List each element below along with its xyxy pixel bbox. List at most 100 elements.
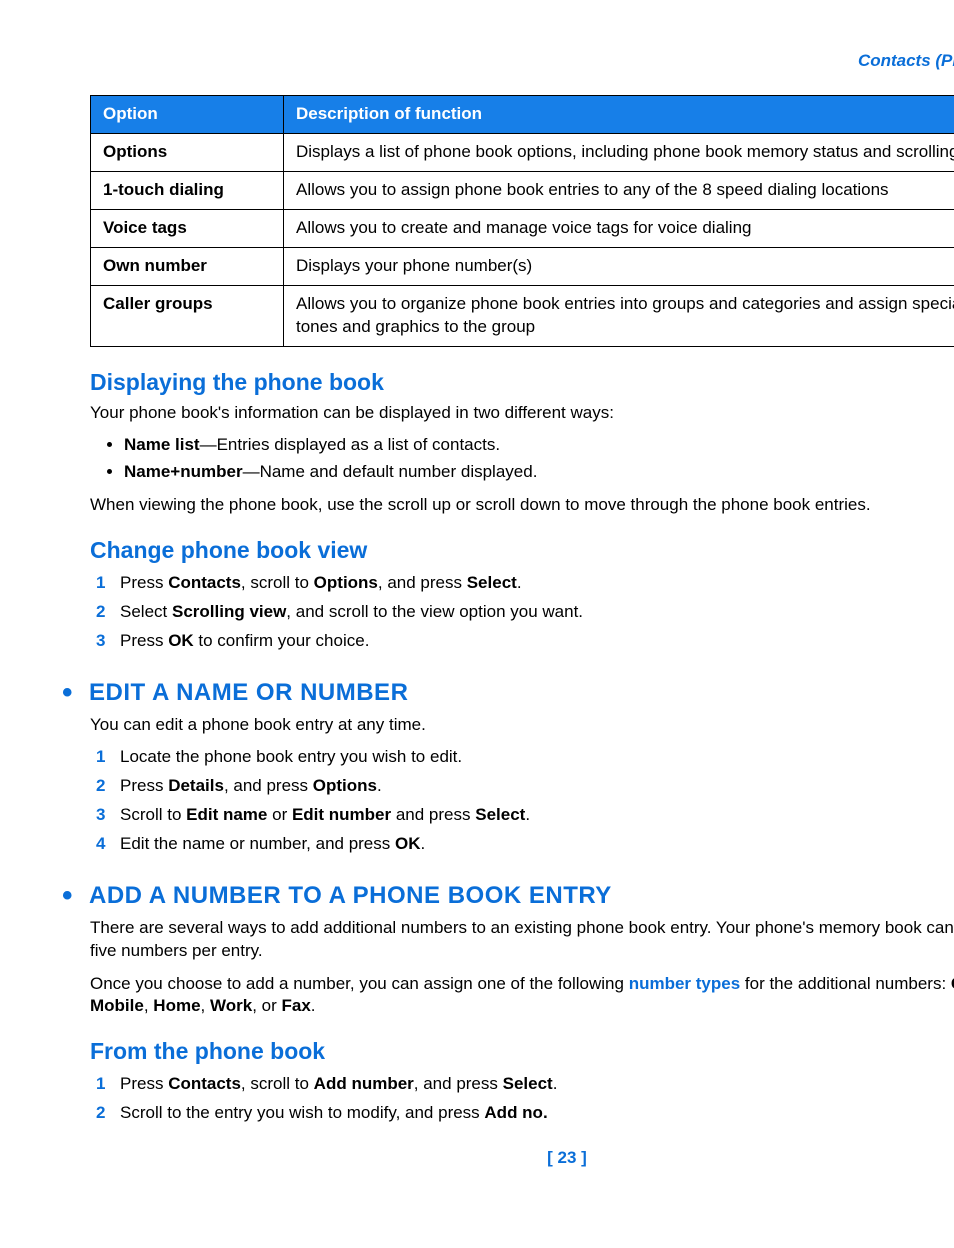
numbered-list: 1 Locate the phone book entry you wish t…: [90, 746, 954, 856]
paragraph: When viewing the phone book, use the scr…: [90, 494, 954, 517]
heading-change-view: Change phone book view: [90, 535, 954, 566]
bold-text: Select: [467, 573, 517, 592]
paragraph: Your phone book's information can be dis…: [90, 402, 954, 425]
text: Edit the name or number, and press: [120, 834, 395, 853]
text: —Entries displayed as a list of contacts…: [200, 435, 500, 454]
bold-text: Add no.: [484, 1103, 547, 1122]
text: , scroll to: [241, 1074, 314, 1093]
bold-text: Contacts: [168, 1074, 241, 1093]
bold-text: Home: [153, 996, 200, 1015]
heading-add-number: • Add a number to a phone book entry: [90, 880, 954, 912]
running-header: Contacts (Phone book): [90, 50, 954, 73]
bold-text: Mobile: [90, 996, 144, 1015]
heading-displaying: Displaying the phone book: [90, 367, 954, 398]
text: —Name and default number displayed.: [243, 462, 538, 481]
text: or: [267, 805, 292, 824]
text: , and press: [378, 573, 467, 592]
text: , scroll to: [241, 573, 314, 592]
bullet-icon: •: [62, 881, 73, 911]
th-option: Option: [91, 95, 284, 133]
bullet-list: Name list—Entries displayed as a list of…: [90, 434, 954, 484]
bold-text: Options: [314, 573, 378, 592]
list-item: 2 Press Details, and press Options.: [90, 775, 954, 798]
cell-desc: Displays your phone number(s): [284, 247, 954, 285]
heading-text: Edit a name or number: [89, 677, 408, 709]
paragraph: You can edit a phone book entry at any t…: [90, 714, 954, 737]
bold-text: OK: [168, 631, 194, 650]
list-item: Name+number—Name and default number disp…: [124, 461, 954, 484]
text: .: [517, 573, 522, 592]
cell-option: Caller groups: [91, 285, 284, 346]
text: Select: [120, 602, 172, 621]
list-item: 3 Scroll to Edit name or Edit number and…: [90, 804, 954, 827]
bullet-icon: •: [62, 678, 73, 708]
cell-desc: Allows you to assign phone book entries …: [284, 171, 954, 209]
bold-text: Fax: [281, 996, 310, 1015]
list-item: 2 Select Scrolling view, and scroll to t…: [90, 601, 954, 624]
th-description: Description of function: [284, 95, 954, 133]
table-row: Caller groups Allows you to organize pho…: [91, 285, 954, 346]
bold-text: Select: [475, 805, 525, 824]
heading-text: Add a number to a phone book entry: [89, 880, 612, 912]
bold-text: Add number: [314, 1074, 414, 1093]
link-number-types[interactable]: number types: [629, 974, 740, 993]
list-item: Name list—Entries displayed as a list of…: [124, 434, 954, 457]
options-table: Option Description of function Options D…: [90, 95, 954, 347]
text: Locate the phone book entry you wish to …: [120, 747, 462, 766]
bold-text: Details: [168, 776, 224, 795]
step-number: 2: [96, 1102, 105, 1125]
bold-text: Work: [210, 996, 252, 1015]
step-number: 2: [96, 775, 105, 798]
table-row: Own number Displays your phone number(s): [91, 247, 954, 285]
cell-desc: Allows you to create and manage voice ta…: [284, 209, 954, 247]
text: Scroll to: [120, 805, 186, 824]
bold-text: Contacts: [168, 573, 241, 592]
text: .: [525, 805, 530, 824]
step-number: 1: [96, 746, 105, 769]
bold-text: OK: [395, 834, 421, 853]
cell-option: Options: [91, 133, 284, 171]
page-number: [ 23 ]: [90, 1147, 954, 1170]
list-item: 2 Scroll to the entry you wish to modify…: [90, 1102, 954, 1125]
bold-text: Edit name: [186, 805, 267, 824]
text: to confirm your choice.: [194, 631, 370, 650]
text: Press: [120, 573, 168, 592]
list-item: 1 Press Contacts, scroll to Options, and…: [90, 572, 954, 595]
bold-text: Select: [503, 1074, 553, 1093]
text: , and press: [414, 1074, 503, 1093]
list-item: 4 Edit the name or number, and press OK.: [90, 833, 954, 856]
text: for the additional numbers:: [740, 974, 951, 993]
step-number: 4: [96, 833, 105, 856]
heading-from-phone-book: From the phone book: [90, 1036, 954, 1067]
bold-text: Scrolling view: [172, 602, 286, 621]
table-row: Options Displays a list of phone book op…: [91, 133, 954, 171]
text: .: [421, 834, 426, 853]
text: Press: [120, 776, 168, 795]
bold-text: Options: [313, 776, 377, 795]
text: .: [311, 996, 316, 1015]
text: and press: [391, 805, 475, 824]
list-item: 1 Locate the phone book entry you wish t…: [90, 746, 954, 769]
numbered-list: 1 Press Contacts, scroll to Options, and…: [90, 572, 954, 653]
cell-option: 1-touch dialing: [91, 171, 284, 209]
step-number: 3: [96, 630, 105, 653]
table-row: Voice tags Allows you to create and mana…: [91, 209, 954, 247]
cell-option: Voice tags: [91, 209, 284, 247]
text: .: [553, 1074, 558, 1093]
cell-desc: Allows you to organize phone book entrie…: [284, 285, 954, 346]
cell-option: Own number: [91, 247, 284, 285]
paragraph: There are several ways to add additional…: [90, 917, 954, 963]
text: Press: [120, 631, 168, 650]
cell-desc: Displays a list of phone book options, i…: [284, 133, 954, 171]
step-number: 1: [96, 572, 105, 595]
text: Once you choose to add a number, you can…: [90, 974, 629, 993]
step-number: 2: [96, 601, 105, 624]
table-row: 1-touch dialing Allows you to assign pho…: [91, 171, 954, 209]
heading-edit-name-number: • Edit a name or number: [90, 677, 954, 709]
list-item: 1 Press Contacts, scroll to Add number, …: [90, 1073, 954, 1096]
bold-text: Edit number: [292, 805, 391, 824]
bold-text: Name+number: [124, 462, 243, 481]
text: , and scroll to the view option you want…: [286, 602, 583, 621]
text: , and press: [224, 776, 313, 795]
step-number: 3: [96, 804, 105, 827]
